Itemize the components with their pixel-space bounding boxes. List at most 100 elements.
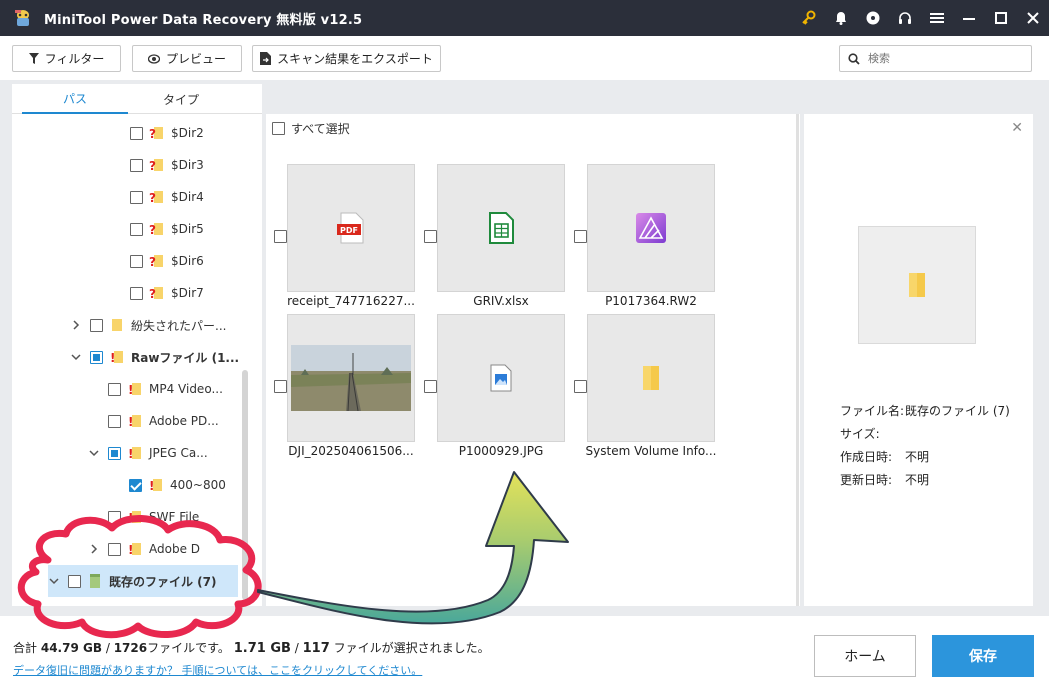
select-all[interactable]: すべて選択 [272,120,350,137]
maximize-icon[interactable] [985,0,1017,36]
save-button[interactable]: 保存 [932,635,1034,677]
checkbox[interactable] [130,254,143,268]
tree-item-label: Rawファイル (1... [131,350,240,365]
file-thumbnail[interactable] [587,314,715,442]
selected-files: 117 [302,641,330,656]
meta-label: 更新日時: [840,473,893,487]
file-grid-panel: すべて選択 PDF receipt_747716227... GRIV.xlsx [266,114,800,606]
checkbox[interactable] [108,382,121,396]
minimize-icon[interactable] [953,0,985,36]
checkbox[interactable] [108,414,121,428]
checkbox[interactable] [130,190,143,204]
checkbox[interactable] [90,318,103,332]
checkbox[interactable] [90,350,103,364]
file-checkbox[interactable] [424,380,437,393]
export-button[interactable]: スキャン結果をエクスポート [252,45,441,72]
status-bar: 合計 44.79 GB / 1726ファイルです。 1.71 GB / 117 … [0,616,1049,694]
checkbox[interactable] [129,478,142,492]
tree-item-label: JPEG Ca... [149,446,208,460]
file-thumbnail[interactable]: PDF [287,164,415,292]
checkbox[interactable] [130,222,143,236]
checkbox[interactable] [108,542,121,556]
tab-type[interactable]: タイプ [128,84,234,114]
tree-item-jpeg[interactable]: ! JPEG Ca... [88,437,208,469]
tree-item-swf[interactable]: ! SWF File [108,501,199,533]
chevron-right-icon[interactable] [70,319,82,331]
file-checkbox[interactable] [424,230,437,243]
file-checkbox[interactable] [574,230,587,243]
file-name: GRIV.xlsx [473,294,529,308]
chevron-down-icon[interactable] [88,447,100,459]
file-checkbox[interactable] [274,380,287,393]
tab-path[interactable]: パス [22,84,128,114]
tree-item-label: Adobe PD... [149,414,219,428]
tree-item-existing-files[interactable]: 既存のファイル (7) [48,565,238,597]
tree-item-label: SWF File [149,510,200,524]
summary-slash: / [294,641,299,655]
checkbox[interactable] [130,158,143,172]
folder-icon [643,366,659,390]
search-box[interactable] [839,45,1032,72]
tree-item-dir4[interactable]: ? $Dir4 [130,181,204,213]
menu-icon[interactable] [921,0,953,36]
filter-button[interactable]: フィルター [12,45,121,72]
total-size: 44.79 GB [40,641,102,655]
checkbox[interactable] [108,510,121,524]
file-name: System Volume Info... [585,444,717,458]
checkbox[interactable] [108,446,121,460]
preview-button[interactable]: プレビュー [132,45,242,72]
tree-item-dir3[interactable]: ? $Dir3 [130,149,204,181]
file-checkbox[interactable] [274,230,287,243]
selected-suffix: ファイルが選択されました。 [333,641,490,655]
tree-item-adobe-d[interactable]: ! Adobe D [88,533,200,565]
chevron-down-icon[interactable] [48,575,60,587]
search-input[interactable] [868,52,1018,65]
chevron-right-icon[interactable] [88,543,100,555]
tree-item-adobe-pdf[interactable]: ! Adobe PD... [108,405,219,437]
close-preview-icon[interactable]: ✕ [1011,120,1023,136]
tree-item-dir5[interactable]: ? $Dir5 [130,213,204,245]
raw-folder-icon: ! [109,349,125,365]
chevron-down-icon[interactable] [70,351,82,363]
grid-scrollbar[interactable] [796,114,799,606]
file-thumbnail[interactable] [437,314,565,442]
meta-label: サイズ: [840,427,880,441]
bell-icon[interactable] [825,0,857,36]
help-link[interactable]: データ復旧に問題がありますか？ 手順については、ここをクリックしてください。 [13,662,422,678]
svg-text:?: ? [149,223,156,237]
file-thumbnail[interactable] [437,164,565,292]
file-thumbnail[interactable] [287,314,415,442]
tree-item-range[interactable]: ! 400~800 [129,469,226,501]
tree-item-mp4[interactable]: ! MP4 Video... [108,373,223,405]
file-name: DJI_202504061506... [288,444,414,458]
tree-item-dir2[interactable]: ? $Dir2 [130,117,204,149]
tree-item-dir7[interactable]: ? $Dir7 [130,277,204,309]
image-file-icon [490,364,512,392]
tree-item-dir6[interactable]: ? $Dir6 [130,245,204,277]
app-logo-icon [10,6,36,30]
filter-icon [28,53,39,64]
select-all-checkbox[interactable] [272,122,285,135]
home-button[interactable]: ホーム [814,635,916,677]
headset-icon[interactable] [889,0,921,36]
preview-panel: ✕ ファイル名: 既存のファイル (7) サイズ: 作成日時: 不明 更新日時:… [804,114,1033,606]
tree-item-label: $Dir4 [171,190,204,204]
key-icon[interactable] [793,0,825,36]
file-thumbnail[interactable] [587,164,715,292]
checkbox[interactable] [68,574,81,588]
checkbox[interactable] [130,126,143,140]
tree-item-label: $Dir5 [171,222,204,236]
tree-scrollbar[interactable] [242,370,248,600]
svg-text:!: ! [128,511,133,525]
meta-size: サイズ: [840,425,905,442]
disc-icon[interactable] [857,0,889,36]
raw-folder-icon: ! [127,413,143,429]
raw-folder-icon: ! [127,381,143,397]
file-checkbox[interactable] [574,380,587,393]
close-icon[interactable] [1017,0,1049,36]
folder-tree-panel: パス タイプ ? $Dir2 ? $Dir3 ? $Dir4 ? $Dir5 ?… [12,84,262,606]
checkbox[interactable] [130,286,143,300]
tree-item-raw-files[interactable]: ! Rawファイル (1... [70,341,239,373]
tree-item-lost-partition[interactable]: 紛失されたパー... [70,309,226,341]
raw-folder-icon: ! [127,445,143,461]
